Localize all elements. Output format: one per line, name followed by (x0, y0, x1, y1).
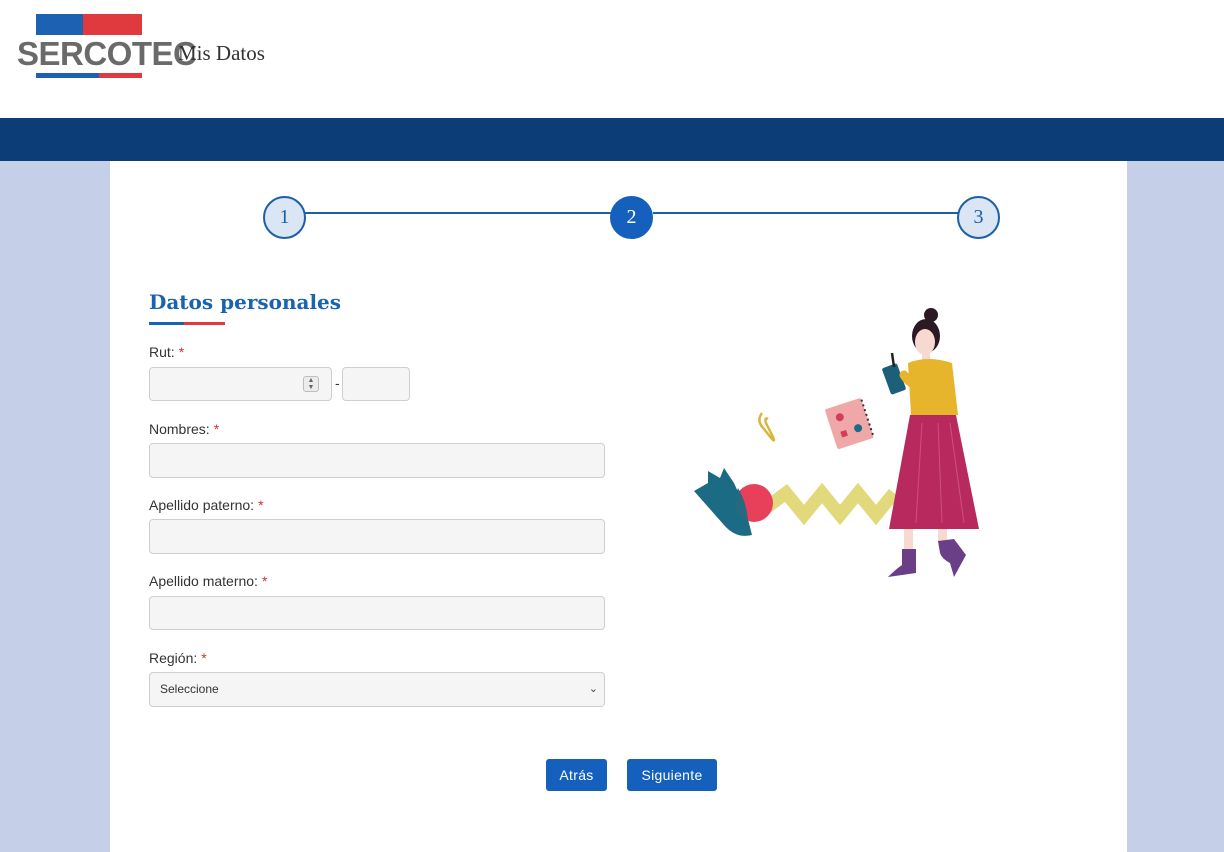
rut-label: Rut: * (149, 344, 184, 360)
nombres-input[interactable] (149, 443, 605, 478)
region-label-text: Región: (149, 650, 198, 666)
apellido-materno-label-text: Apellido materno: (149, 573, 258, 589)
stepper-line-2 (653, 212, 958, 214)
region-label: Región: * (149, 650, 207, 666)
logo-flag-red (83, 14, 142, 35)
stepper-line-1 (305, 212, 611, 214)
required-mark: * (258, 497, 264, 513)
required-mark: * (178, 344, 185, 360)
sercotec-logo[interactable]: SERCOTEC (17, 14, 197, 80)
section-title: Datos personales (149, 290, 342, 314)
logo-text: SERCOTEC (17, 35, 197, 72)
woman-with-notebook-illustration (694, 308, 979, 577)
next-button[interactable]: Siguiente (627, 759, 717, 791)
rut-label-text: Rut: (149, 344, 175, 360)
title-underline-red (184, 322, 225, 325)
chevron-down-icon: ⌄ (588, 683, 598, 695)
app-title: Mis Datos (178, 41, 265, 65)
step-1[interactable]: 1 (263, 196, 306, 239)
region-select[interactable]: Seleccione ⌄ (149, 672, 605, 707)
rut-separator: - (335, 375, 340, 391)
required-mark: * (201, 650, 207, 666)
spin-arrows-icon[interactable]: ▲ ▼ (303, 376, 319, 392)
nombres-label: Nombres: * (149, 421, 219, 437)
apellido-paterno-input[interactable] (149, 519, 605, 554)
header: SERCOTEC Mis Datos (0, 0, 1224, 118)
region-selected-value: Seleccione (160, 682, 219, 696)
apellido-materno-label: Apellido materno: * (149, 573, 267, 589)
rut-dv-input[interactable] (342, 367, 410, 401)
apellido-paterno-label-text: Apellido paterno: (149, 497, 255, 513)
logo-underline-red (99, 73, 142, 78)
logo-underline-blue (36, 73, 99, 78)
apellido-materno-input[interactable] (149, 596, 605, 630)
step-3[interactable]: 3 (957, 196, 1000, 239)
required-mark: * (261, 573, 268, 589)
nav-band (0, 118, 1224, 161)
nombres-label-text: Nombres: (149, 421, 210, 437)
back-button[interactable]: Atrás (546, 759, 607, 791)
apellido-paterno-label: Apellido paterno: * (149, 497, 264, 513)
required-mark: * (213, 421, 220, 437)
step-2[interactable]: 2 (610, 196, 653, 239)
title-underline-blue (149, 322, 184, 325)
